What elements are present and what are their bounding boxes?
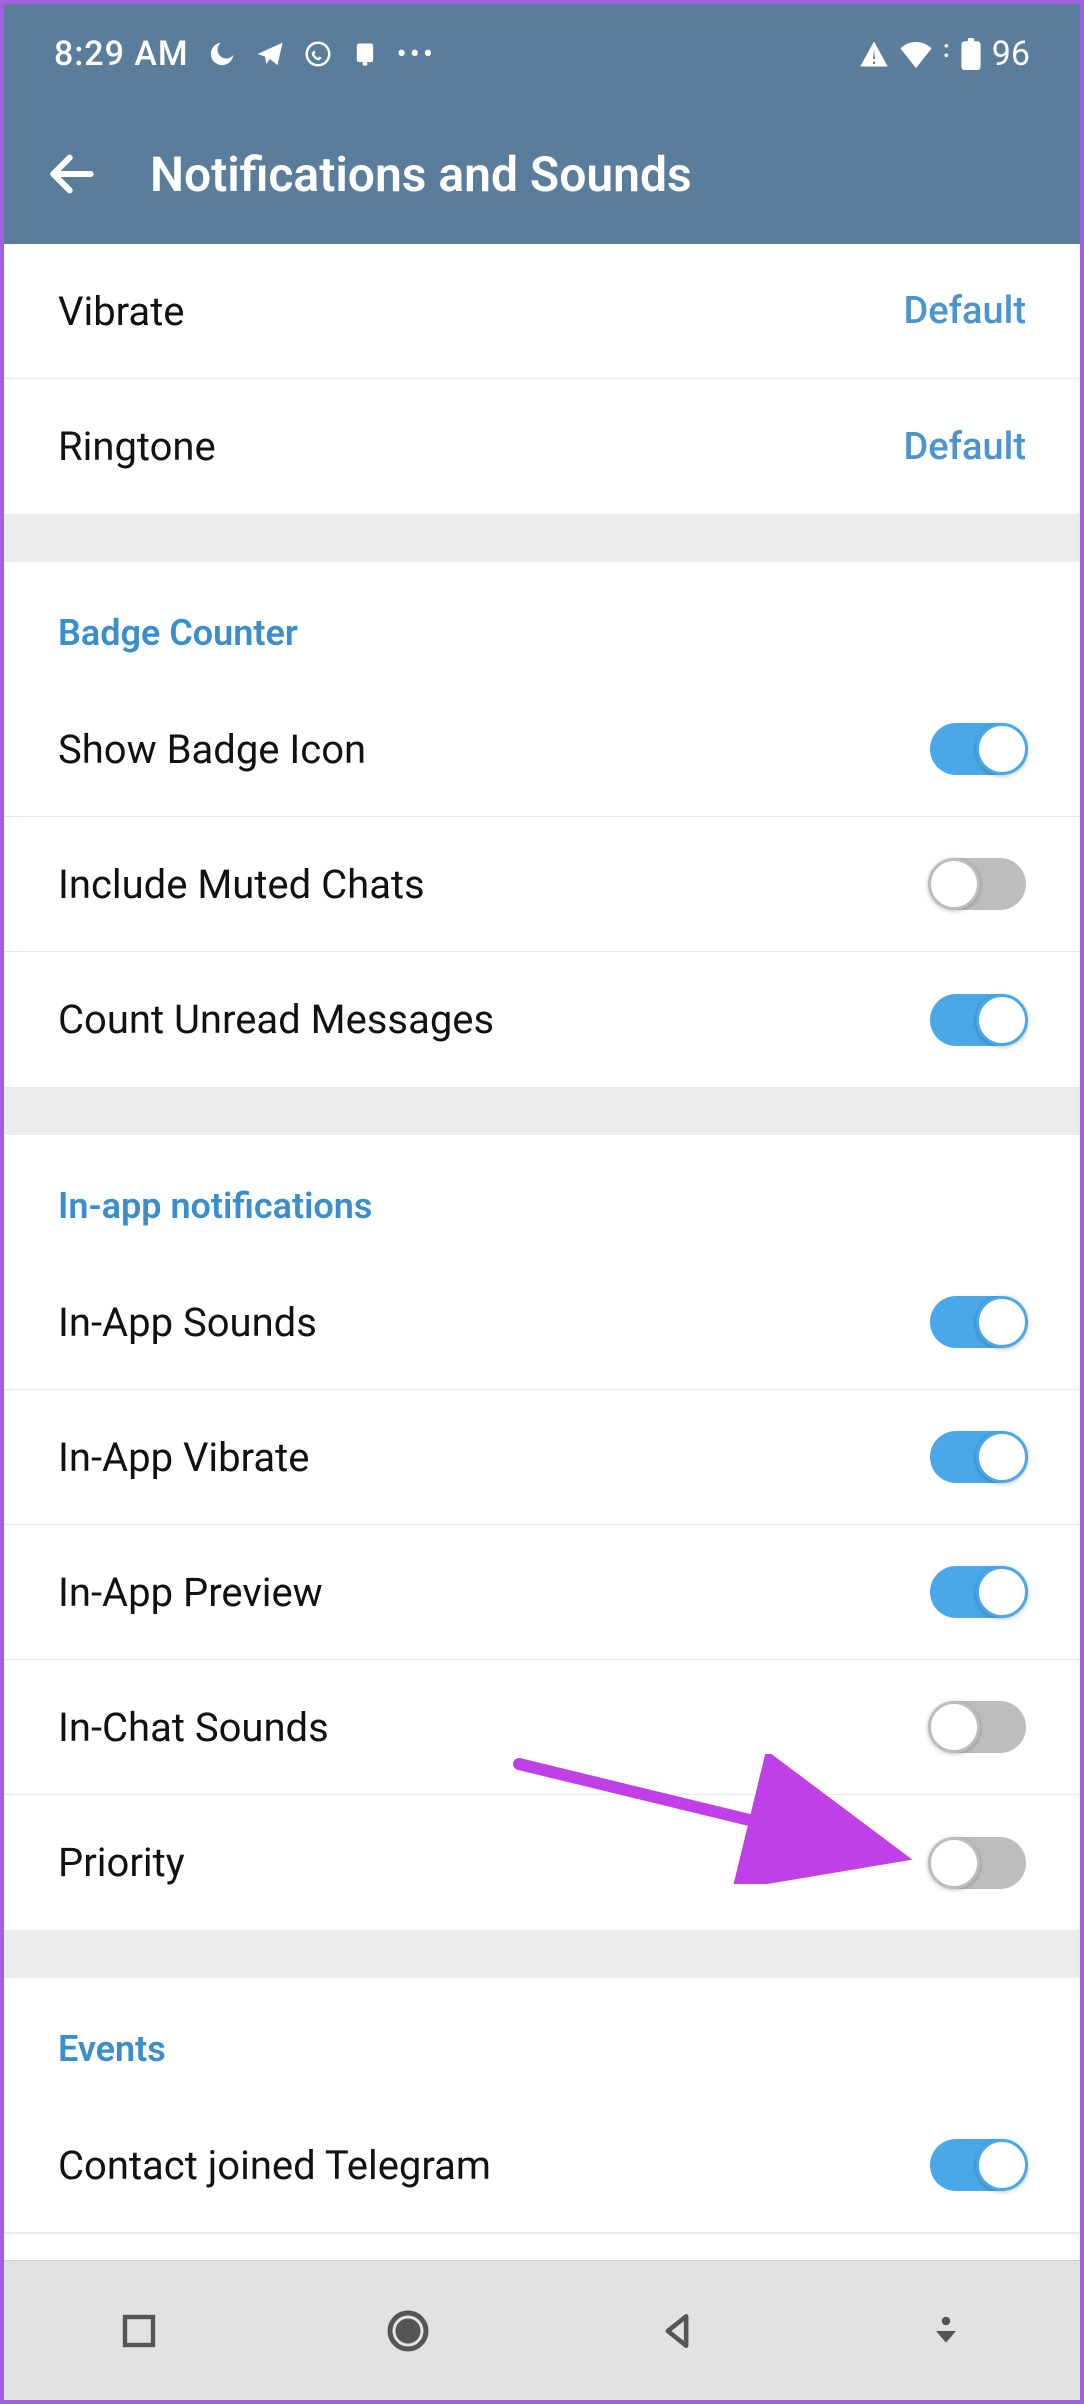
toggle-include-muted[interactable] bbox=[930, 858, 1026, 910]
section-inapp: In-app notifications In-App Sounds In-Ap… bbox=[4, 1135, 1080, 1930]
toggle-inapp-vibrate[interactable] bbox=[930, 1431, 1026, 1483]
row-count-unread[interactable]: Count Unread Messages bbox=[4, 952, 1080, 1087]
section-header-events: Events bbox=[4, 1978, 1080, 2098]
toggle-priority[interactable] bbox=[930, 1837, 1026, 1889]
notification-icon bbox=[351, 40, 379, 68]
section-top: Vibrate Default Ringtone Default bbox=[4, 244, 1080, 514]
row-label: Show Badge Icon bbox=[58, 726, 366, 773]
back-button[interactable] bbox=[44, 146, 100, 202]
row-value: Default bbox=[903, 425, 1026, 469]
row-contact-joined[interactable]: Contact joined Telegram bbox=[4, 2098, 1080, 2233]
row-value: Default bbox=[903, 289, 1026, 333]
telegram-icon bbox=[255, 39, 285, 69]
section-badge-counter: Badge Counter Show Badge Icon Include Mu… bbox=[4, 562, 1080, 1087]
toggle-inchat-sounds[interactable] bbox=[930, 1701, 1026, 1753]
toggle-show-badge-icon[interactable] bbox=[930, 723, 1026, 775]
battery-percent: 96 bbox=[992, 34, 1030, 74]
row-show-badge-icon[interactable]: Show Badge Icon bbox=[4, 682, 1080, 817]
toggle-count-unread[interactable] bbox=[930, 994, 1026, 1046]
page-title: Notifications and Sounds bbox=[150, 146, 692, 203]
app-bar: Notifications and Sounds bbox=[4, 104, 1080, 244]
row-label: In-Chat Sounds bbox=[58, 1704, 329, 1751]
row-inapp-preview[interactable]: In-App Preview bbox=[4, 1525, 1080, 1660]
row-inchat-sounds[interactable]: In-Chat Sounds bbox=[4, 1660, 1080, 1795]
toggle-contact-joined[interactable] bbox=[930, 2139, 1026, 2191]
toggle-inapp-preview[interactable] bbox=[930, 1566, 1026, 1618]
row-inapp-vibrate[interactable]: In-App Vibrate bbox=[4, 1390, 1080, 1525]
row-label: Count Unread Messages bbox=[58, 996, 494, 1043]
row-priority[interactable]: Priority bbox=[4, 1795, 1080, 1930]
wifi-icon bbox=[899, 39, 933, 69]
row-label: Ringtone bbox=[58, 423, 216, 470]
settings-content: Vibrate Default Ringtone Default Badge C… bbox=[4, 244, 1080, 2323]
navigation-bar bbox=[4, 2260, 1080, 2400]
status-time: 8:29 AM bbox=[54, 34, 189, 74]
more-icon: ••• bbox=[397, 37, 436, 72]
row-label: In-App Preview bbox=[58, 1569, 323, 1616]
nav-back-button[interactable] bbox=[647, 2301, 707, 2361]
nav-keyboard-button[interactable] bbox=[916, 2301, 976, 2361]
row-label: In-App Sounds bbox=[58, 1299, 317, 1346]
battery-icon bbox=[960, 38, 982, 70]
nav-recent-button[interactable] bbox=[109, 2301, 169, 2361]
row-ringtone[interactable]: Ringtone Default bbox=[4, 379, 1080, 514]
toggle-inapp-sounds[interactable] bbox=[930, 1296, 1026, 1348]
row-inapp-sounds[interactable]: In-App Sounds bbox=[4, 1255, 1080, 1390]
row-label: Include Muted Chats bbox=[58, 861, 425, 908]
status-left: 8:29 AM ••• bbox=[54, 34, 436, 74]
moon-icon bbox=[207, 39, 237, 69]
row-label: In-App Vibrate bbox=[58, 1434, 309, 1481]
signal-dot-icon: : bbox=[943, 35, 950, 63]
status-right: : 96 bbox=[859, 34, 1030, 74]
status-bar: 8:29 AM ••• : 96 bbox=[4, 4, 1080, 104]
section-header-inapp: In-app notifications bbox=[4, 1135, 1080, 1255]
nav-home-button[interactable] bbox=[378, 2301, 438, 2361]
row-vibrate[interactable]: Vibrate Default bbox=[4, 244, 1080, 379]
row-label: Contact joined Telegram bbox=[58, 2142, 491, 2189]
section-header-badge: Badge Counter bbox=[4, 562, 1080, 682]
whatsapp-icon bbox=[303, 39, 333, 69]
row-label: Priority bbox=[58, 1839, 185, 1886]
warning-icon bbox=[859, 39, 889, 69]
row-label: Vibrate bbox=[58, 288, 184, 335]
row-include-muted[interactable]: Include Muted Chats bbox=[4, 817, 1080, 952]
